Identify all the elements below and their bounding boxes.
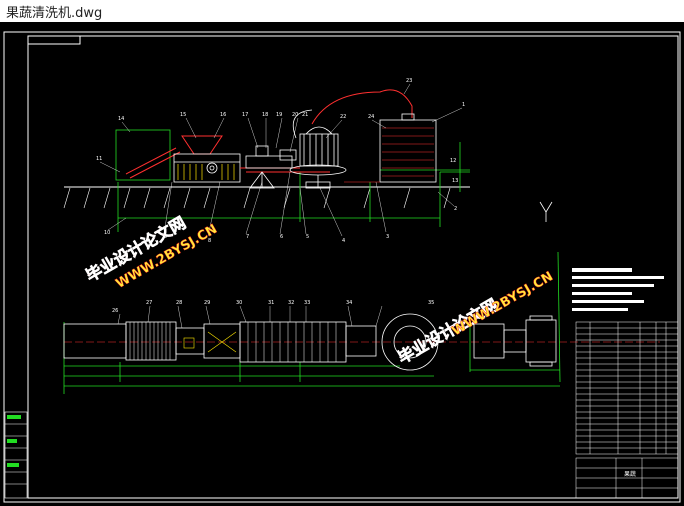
watermark-1: 毕业设计论文网 WWW.2BYSJ.CN bbox=[82, 213, 220, 292]
title-block bbox=[575, 457, 679, 499]
label-23: 23 bbox=[406, 78, 412, 84]
label-5: 5 bbox=[306, 234, 309, 240]
label-3: 3 bbox=[386, 234, 389, 240]
label-30: 30 bbox=[236, 300, 242, 306]
label-4: 4 bbox=[342, 238, 345, 244]
label-2: 2 bbox=[454, 206, 457, 212]
watermark-2: 毕业设计论文网 WWW.2BYSJ.CN bbox=[394, 269, 556, 368]
label-28: 28 bbox=[176, 300, 182, 306]
technical-notes bbox=[572, 268, 664, 311]
label-17: 17 bbox=[242, 112, 248, 118]
label-18: 18 bbox=[262, 112, 268, 118]
cad-drawing-canvas[interactable]: 14 15 16 17 18 19 20 21 22 23 24 1 2 3 4… bbox=[0, 22, 684, 506]
left-side-table bbox=[4, 411, 28, 499]
title-block-name: 果蔬 bbox=[624, 470, 636, 478]
window-titlebar: 果蔬清洗机.dwg bbox=[0, 0, 684, 23]
window-title: 果蔬清洗机.dwg bbox=[6, 5, 103, 21]
label-14: 14 bbox=[118, 116, 124, 122]
label-33: 33 bbox=[304, 300, 310, 306]
section-mark bbox=[539, 201, 553, 222]
label-16: 16 bbox=[220, 112, 226, 118]
watermark-url-2: WWW.2BYSJ.CN bbox=[449, 269, 555, 339]
label-29: 29 bbox=[204, 300, 210, 306]
label-1: 1 bbox=[462, 102, 465, 108]
label-11: 11 bbox=[96, 156, 102, 162]
label-21: 21 bbox=[302, 112, 308, 118]
label-35: 35 bbox=[428, 300, 434, 306]
label-10: 10 bbox=[104, 230, 110, 236]
sheet-border-inner bbox=[27, 35, 679, 499]
label-12: 12 bbox=[450, 158, 456, 164]
machine-plan-view: 26 27 28 29 30 31 32 33 34 35 bbox=[63, 251, 660, 394]
label-13: 13 bbox=[452, 178, 458, 184]
label-31: 31 bbox=[268, 300, 274, 306]
label-20: 20 bbox=[292, 112, 298, 118]
label-6: 6 bbox=[280, 234, 283, 240]
label-22: 22 bbox=[340, 114, 346, 120]
label-7: 7 bbox=[246, 234, 249, 240]
label-26: 26 bbox=[112, 308, 118, 314]
label-32: 32 bbox=[288, 300, 294, 306]
label-19: 19 bbox=[276, 112, 282, 118]
cad-drawing: 14 15 16 17 18 19 20 21 22 23 24 1 2 3 4… bbox=[3, 31, 681, 503]
label-34: 34 bbox=[346, 300, 352, 306]
label-15: 15 bbox=[180, 112, 186, 118]
label-27: 27 bbox=[146, 300, 152, 306]
frame-tag bbox=[27, 35, 81, 45]
label-24: 24 bbox=[368, 114, 374, 120]
machine-elevation-view: 14 15 16 17 18 19 20 21 22 23 24 1 2 3 4… bbox=[63, 78, 470, 244]
